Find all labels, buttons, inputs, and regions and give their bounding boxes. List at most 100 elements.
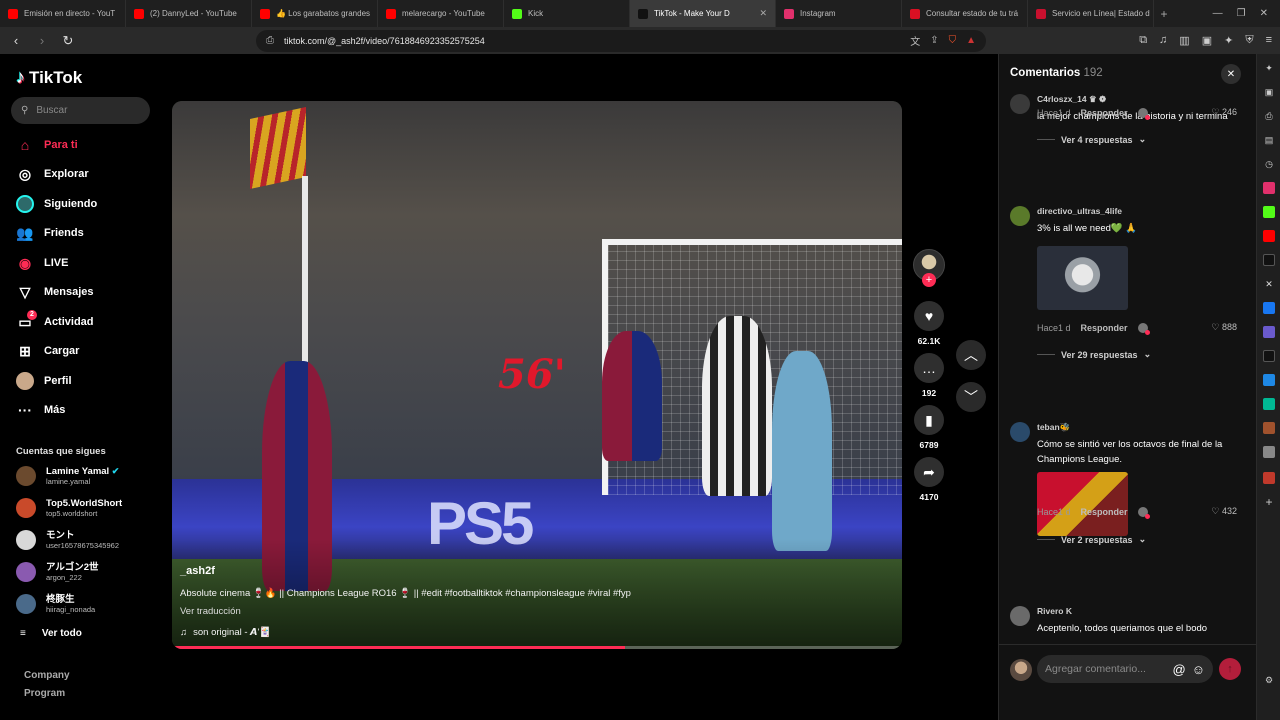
brave-shield-icon[interactable]: ⛉: [949, 35, 957, 46]
app-icon[interactable]: [1263, 374, 1275, 386]
translate-icon[interactable]: 文: [910, 33, 920, 48]
app-icon[interactable]: [1263, 446, 1275, 458]
view-replies-button[interactable]: Ver 4 respuestas ⌄: [1037, 134, 1146, 145]
share-icon[interactable]: ⇪: [930, 35, 938, 46]
browser-tab[interactable]: Instagram: [776, 0, 902, 27]
commenter-avatar[interactable]: [1010, 422, 1030, 442]
browser-tab[interactable]: melarecargo - YouTube: [378, 0, 504, 27]
browser-tab[interactable]: 👍 Los garabatos grandes: [252, 0, 378, 27]
nav-item-siguiendo[interactable]: Siguiendo: [16, 195, 97, 213]
browser-tab[interactable]: (2) DannyLed - YouTube: [126, 0, 252, 27]
medium-icon[interactable]: [1263, 254, 1275, 266]
bookmark-icon[interactable]: ⎙: [266, 35, 274, 46]
commenter-avatar[interactable]: [1010, 94, 1030, 114]
view-replies-button[interactable]: Ver 29 respuestas ⌄: [1037, 349, 1151, 360]
browser-tab[interactable]: Emisión en directo - YouT: [0, 0, 126, 27]
next-video-button[interactable]: ﹀: [956, 382, 986, 412]
reply-button[interactable]: Responder: [1081, 108, 1128, 118]
sidebar-toggle-icon[interactable]: ▥: [1179, 34, 1189, 47]
previous-video-button[interactable]: ︿: [956, 340, 986, 370]
leo-icon[interactable]: ✦: [1224, 34, 1233, 47]
followed-account[interactable]: Top5.WorldShort top5.worldshort: [16, 498, 122, 518]
share-button[interactable]: ➦ 4170: [910, 457, 948, 502]
settings-icon[interactable]: ⚙: [1263, 674, 1275, 686]
commenter-name[interactable]: C4rloszx_14 ♛ ❁: [1037, 94, 1106, 105]
browser-tab[interactable]: Servicio en Línea| Estado d: [1028, 0, 1154, 27]
app-icon[interactable]: [1263, 398, 1275, 410]
followed-account[interactable]: 柊豚生 hiiragi_nonada: [16, 594, 95, 614]
translate-link[interactable]: Ver traducción: [180, 606, 241, 617]
brave-rewards-icon[interactable]: ▲: [966, 35, 976, 46]
browser-tab[interactable]: TikTok - Make Your D ✕: [630, 0, 776, 27]
add-panel-icon[interactable]: +: [1263, 496, 1275, 508]
tiktok-icon[interactable]: [1263, 350, 1275, 362]
youtube-icon[interactable]: [1263, 230, 1275, 242]
comment-like-button[interactable]: ♡ 246: [1211, 107, 1237, 118]
comment-image[interactable]: [1037, 472, 1128, 536]
nav-item-live[interactable]: ◉ LIVE: [16, 254, 69, 272]
video-player[interactable]: PS5 56' _ash2f Absolute cinema 🍷🔥 || Cha…: [172, 101, 902, 649]
vpn-icon[interactable]: ⛨: [1245, 34, 1253, 47]
send-comment-button[interactable]: ↑: [1219, 658, 1241, 680]
reply-button[interactable]: Responder: [1081, 323, 1128, 333]
leo-icon[interactable]: ✦: [1263, 62, 1275, 74]
nav-item-friends[interactable]: 👥 Friends: [16, 224, 83, 242]
forward-icon[interactable]: ›: [34, 33, 50, 48]
tiktok-logo[interactable]: ♪ TikTok: [16, 67, 82, 88]
comment-list[interactable]: C4rloszx_14 ♛ ❁ la mejor champions de la …: [999, 54, 1257, 644]
creator-avatar[interactable]: +: [910, 249, 948, 287]
see-all-link[interactable]: ≡ Ver todo: [20, 628, 82, 639]
nav-item-cargar[interactable]: ⊞ Cargar: [16, 342, 79, 360]
commenter-name[interactable]: directivo_ultras_4life: [1037, 206, 1122, 216]
comment-like-button[interactable]: ♡ 432: [1211, 506, 1237, 517]
app-icon[interactable]: [1263, 422, 1275, 434]
comment-image[interactable]: [1037, 246, 1128, 310]
reply-button[interactable]: Responder: [1081, 507, 1128, 517]
search-input[interactable]: ⚲ Buscar: [11, 97, 150, 124]
facebook-icon[interactable]: [1263, 302, 1275, 314]
media-icon[interactable]: ♫: [1159, 34, 1167, 47]
nav-item-actividad[interactable]: 2 ▭ Actividad: [16, 310, 94, 331]
comment-like-button[interactable]: ♡ 888: [1211, 322, 1237, 333]
commenter-avatar[interactable]: [1010, 206, 1030, 226]
mention-icon[interactable]: @: [1173, 662, 1186, 677]
nav-item-explorar[interactable]: ◎ Explorar: [16, 165, 89, 183]
view-replies-button[interactable]: Ver 2 respuestas ⌄: [1037, 534, 1146, 545]
nav-item-más[interactable]: ··· Más: [16, 401, 65, 419]
history-icon[interactable]: ◷: [1263, 158, 1275, 170]
tab-close-icon[interactable]: ✕: [759, 8, 767, 19]
url-text[interactable]: tiktok.com/@_ash2f/video/761884692335257…: [284, 36, 485, 46]
address-bar[interactable]: ⎙ tiktok.com/@_ash2f/video/7618846923352…: [256, 29, 986, 52]
company-link[interactable]: Company: [24, 670, 70, 681]
app-icon[interactable]: [1263, 472, 1275, 484]
commenter-name[interactable]: Rivero K: [1037, 606, 1072, 616]
follow-plus-icon[interactable]: +: [922, 273, 936, 287]
nav-item-perfil[interactable]: Perfil: [16, 372, 72, 390]
video-author[interactable]: _ash2f: [180, 565, 215, 577]
comment-input[interactable]: Agregar comentario... @ ☺: [1037, 655, 1213, 683]
bookmarks-icon[interactable]: ⎙: [1263, 110, 1275, 122]
like-button[interactable]: ♥ 62.1K: [910, 301, 948, 346]
commenter-name[interactable]: teban🐝: [1037, 422, 1070, 433]
new-tab-button[interactable]: +: [1154, 7, 1174, 21]
instagram-icon[interactable]: [1263, 182, 1275, 194]
messenger-icon[interactable]: [1263, 326, 1275, 338]
minimize-icon[interactable]: —: [1213, 8, 1223, 19]
extension-icon[interactable]: ⧉: [1139, 34, 1147, 47]
program-link[interactable]: Program: [24, 688, 65, 699]
nav-item-para-ti[interactable]: ⌂ Para ti: [16, 136, 78, 154]
kick-icon[interactable]: [1263, 206, 1275, 218]
followed-account[interactable]: Lamine Yamal ✔ lamine.yamal: [16, 466, 119, 486]
back-icon[interactable]: ‹: [8, 33, 24, 48]
x-icon[interactable]: ✕: [1263, 278, 1275, 290]
close-window-icon[interactable]: ✕: [1260, 8, 1268, 19]
comment-button[interactable]: … 192: [910, 353, 948, 398]
emoji-icon[interactable]: ☺: [1192, 662, 1205, 677]
menu-icon[interactable]: ≡: [1266, 34, 1272, 47]
sound-link[interactable]: ♫ son original - 𝘼'🃏: [180, 627, 271, 638]
browser-tab[interactable]: Consultar estado de tu trá: [902, 0, 1028, 27]
maximize-icon[interactable]: ❐: [1237, 8, 1246, 19]
wallet-icon[interactable]: ▣: [1263, 86, 1275, 98]
wallet-icon[interactable]: ▣: [1202, 34, 1212, 47]
followed-account[interactable]: モント user16578675345962: [16, 530, 119, 550]
